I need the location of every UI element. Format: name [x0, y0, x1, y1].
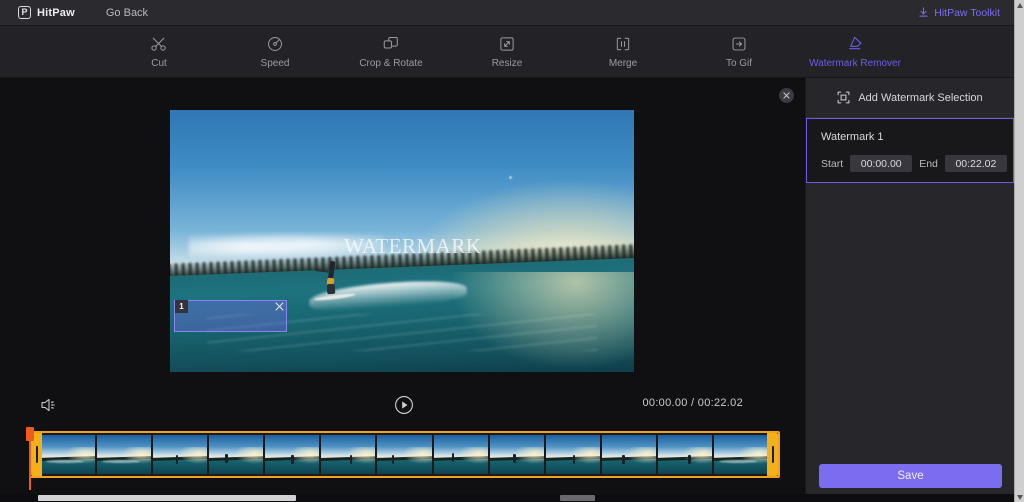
volume-button[interactable] [40, 397, 58, 413]
title-bar: P HitPaw Go Back HitPaw Toolkit [0, 0, 1014, 26]
tool-to-gif-label: To Gif [726, 58, 752, 69]
start-label: Start [821, 158, 843, 170]
timeline-thumbnail [602, 435, 656, 474]
tool-crop-rotate[interactable]: Crop & Rotate [352, 29, 430, 75]
end-time-input[interactable] [945, 155, 1007, 172]
video-lens-speck [509, 176, 512, 179]
horizontal-scroll-thumb[interactable] [38, 495, 296, 501]
crop-rotate-icon [382, 34, 400, 54]
tool-watermark-remover[interactable]: Watermark Remover [816, 29, 894, 75]
start-time-input[interactable] [850, 155, 912, 172]
timeline-thumbnail [377, 435, 431, 474]
timeline-thumbnail [546, 435, 600, 474]
preview-stage: WATERMARK 1 [0, 78, 805, 383]
tool-resize-label: Resize [492, 58, 523, 69]
timeline-thumbnail [490, 435, 544, 474]
add-watermark-selection-label: Add Watermark Selection [858, 92, 982, 104]
hitpaw-logo-icon: P [18, 6, 31, 19]
timeline[interactable] [0, 427, 805, 490]
timeline-thumbnail [209, 435, 263, 474]
timeline-thumbnail [153, 435, 207, 474]
timeline-thumbnail [97, 435, 151, 474]
play-button[interactable] [394, 395, 414, 415]
horizontal-scrollbar[interactable] [0, 494, 1014, 502]
timeline-thumbnail [714, 435, 768, 474]
timeline-playhead[interactable] [29, 427, 31, 490]
save-button[interactable]: Save [819, 464, 1002, 488]
tool-watermark-remover-label: Watermark Remover [809, 58, 901, 69]
timeline-thumbnail [41, 435, 95, 474]
editor-toolbar: Cut Speed Crop & Rotate [0, 26, 1014, 78]
horizontal-scroll-segment[interactable] [560, 495, 595, 501]
volume-icon [40, 397, 58, 413]
hitpaw-toolkit-button[interactable]: HitPaw Toolkit [918, 7, 1000, 19]
caret-down-icon [1017, 495, 1023, 500]
resize-icon [498, 34, 516, 54]
tool-cut-label: Cut [151, 58, 167, 69]
tool-to-gif[interactable]: To Gif [700, 29, 778, 75]
app-window: P HitPaw Go Back HitPaw Toolkit Cut [0, 0, 1024, 502]
watermark-time-row: Start End [821, 155, 999, 172]
scroll-up-button[interactable] [1015, 0, 1024, 10]
tool-merge[interactable]: Merge [584, 29, 662, 75]
remove-watermark-selection-button[interactable] [274, 301, 285, 312]
close-preview-button[interactable] [779, 88, 794, 103]
video-watermark-text: WATERMARK [344, 234, 482, 259]
watermark-selection-box[interactable]: 1 [174, 300, 287, 332]
video-surfer [324, 261, 339, 295]
timeline-track[interactable] [29, 431, 780, 478]
add-selection-icon [837, 91, 850, 104]
watermark-item-card[interactable]: Watermark 1 Start End [806, 118, 1014, 183]
tool-cut[interactable]: Cut [120, 29, 198, 75]
go-back-button[interactable]: Go Back [106, 7, 148, 19]
tool-speed-label: Speed [261, 58, 290, 69]
end-label: End [919, 158, 938, 170]
watermark-item-title: Watermark 1 [821, 131, 999, 143]
tool-speed[interactable]: Speed [236, 29, 314, 75]
play-icon [394, 395, 414, 415]
app-logo: P HitPaw [18, 6, 75, 19]
timecode-display: 00:00.00 / 00:22.02 [642, 397, 743, 409]
timeline-thumbnail [321, 435, 375, 474]
hitpaw-toolkit-label: HitPaw Toolkit [934, 7, 1000, 19]
timeline-thumbnail [658, 435, 712, 474]
vertical-scrollbar[interactable] [1014, 0, 1024, 502]
caret-up-icon [1017, 3, 1023, 8]
watermark-selection-badge: 1 [175, 300, 188, 313]
brand-name: HitPaw [37, 7, 75, 19]
close-icon [783, 92, 790, 99]
add-watermark-selection-button[interactable]: Add Watermark Selection [806, 78, 1014, 118]
playback-bar: 00:00.00 / 00:22.02 [0, 383, 805, 427]
eraser-icon [845, 34, 865, 54]
playhead-knob[interactable] [26, 427, 34, 441]
to-gif-icon [730, 34, 748, 54]
speedometer-icon [266, 34, 284, 54]
timeline-thumbnail [434, 435, 488, 474]
tool-merge-label: Merge [609, 58, 637, 69]
watermark-panel: Add Watermark Selection Watermark 1 Star… [805, 78, 1014, 502]
scroll-down-button[interactable] [1015, 492, 1024, 502]
close-icon [275, 302, 284, 311]
download-icon [918, 7, 929, 18]
timeline-thumbnails [31, 433, 778, 476]
scissors-icon [150, 34, 168, 54]
timeline-thumbnail [265, 435, 319, 474]
merge-icon [614, 34, 632, 54]
tool-crop-rotate-label: Crop & Rotate [359, 58, 422, 69]
trim-handle-right[interactable] [767, 433, 778, 476]
video-preview[interactable]: WATERMARK [170, 110, 634, 372]
tool-resize[interactable]: Resize [468, 29, 546, 75]
